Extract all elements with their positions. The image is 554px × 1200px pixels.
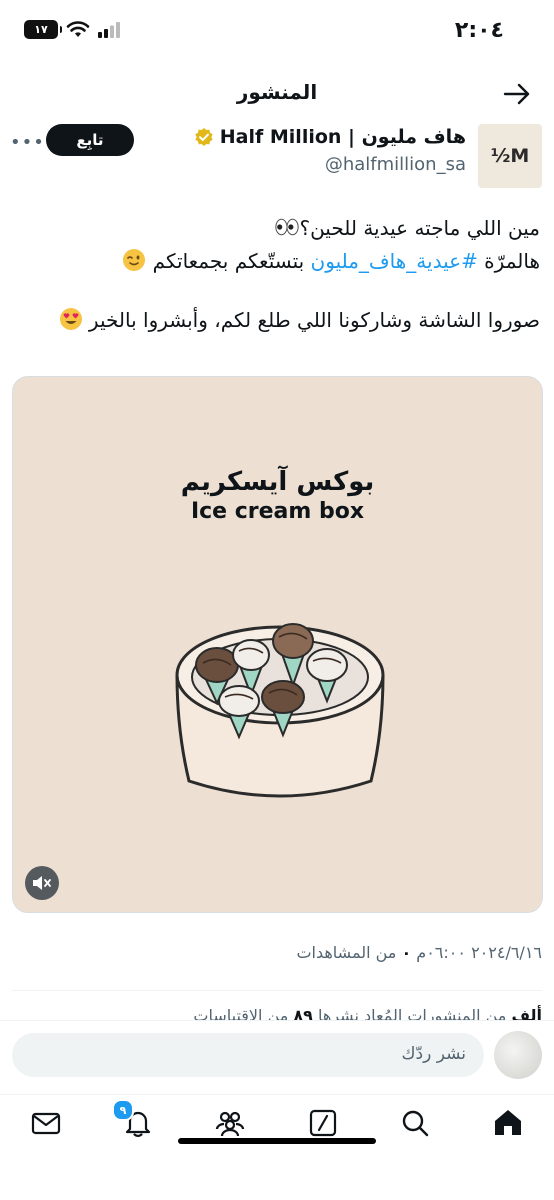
eyes-emoji-icon (275, 218, 300, 236)
views-count: ٠ (401, 943, 412, 962)
more-options-icon[interactable]: ••• (10, 132, 45, 153)
status-bar: ٢:٠٤ ١٧ (0, 0, 554, 62)
status-icons: ١٧ (24, 20, 120, 39)
speaker-muted-icon (33, 876, 51, 890)
media-title-english: Ice cream box (190, 499, 365, 524)
post-line-2: هالمرّة #عيدية_هاف_مليون بتستّعكم بجمعات… (12, 245, 540, 278)
home-tab-icon[interactable] (492, 1107, 524, 1139)
communities-tab-icon[interactable] (214, 1107, 246, 1139)
author-name-text: هاف مليون | Half Million (219, 126, 466, 148)
post-spacer (12, 278, 540, 304)
reply-input[interactable]: نشر ردّك (12, 1033, 484, 1077)
author-name[interactable]: هاف مليون | Half Million (194, 126, 466, 148)
quotes-count: ٨٩ (293, 1006, 313, 1020)
media-title-arabic: بوكس آيسكريم (180, 467, 375, 497)
hashtag-link[interactable]: #عيدية_هاف_مليون (311, 249, 478, 273)
divider (12, 990, 542, 991)
grok-tab-icon[interactable] (307, 1107, 339, 1139)
post-text: مين اللي ماجته عيدية للحين؟ هالمرّة #عيد… (12, 212, 540, 337)
user-avatar[interactable] (494, 1031, 542, 1079)
heart-eyes-emoji-icon (59, 308, 82, 330)
post-stats[interactable]: ألف من المنشورات المُعاد نشرها ٨٩ من الا… (193, 1002, 542, 1020)
back-arrow-icon[interactable] (502, 80, 532, 108)
post-datetime: ٢٠٢٤/٦/١٦ ٠٦:٠٠م (411, 943, 542, 962)
notifications-tab[interactable]: ٩ (112, 1099, 154, 1139)
views-label: من المشاهدات (296, 943, 402, 962)
battery-icon: ١٧ (24, 20, 62, 39)
reposts-count: ألف (511, 1006, 542, 1020)
post-line-3: صوروا الشاشة وشاركونا اللي طلع لكم، وأبش… (12, 304, 540, 337)
messages-tab-icon[interactable] (30, 1107, 62, 1139)
author-row: ½M هاف مليون | Half Million @halfmillion… (0, 114, 554, 188)
home-indicator (178, 1138, 376, 1144)
notifications-badge: ٩ (112, 1099, 134, 1121)
signal-icon (98, 21, 120, 38)
reposts-label: من المنشورات المُعاد نشرها (312, 1006, 512, 1020)
wifi-icon (66, 20, 90, 37)
post-header: المنشور (0, 72, 554, 116)
follow-button[interactable]: تابِع (46, 124, 134, 156)
quotes-label: من الاقتباسات (193, 1006, 294, 1020)
post-line-1: مين اللي ماجته عيدية للحين؟ (12, 212, 540, 245)
reply-bar: نشر ردّك (0, 1020, 554, 1088)
verified-badge-icon (195, 128, 213, 146)
page-title: المنشور (236, 80, 318, 104)
post-meta: ٢٠٢٤/٦/١٦ ٠٦:٠٠م ٠ من المشاهدات (296, 943, 542, 962)
bottom-tab-bar: ٩ (0, 1094, 554, 1154)
status-time: ٢:٠٤ (454, 18, 504, 43)
author-handle: @halfmillion_sa (324, 154, 466, 175)
mute-toggle-button[interactable] (25, 866, 59, 900)
post-media[interactable]: بوكس آيسكريم Ice cream box (12, 376, 543, 913)
author-avatar[interactable]: ½M (478, 124, 542, 188)
ice-cream-box-illustration (175, 623, 385, 798)
wink-emoji-icon (123, 249, 146, 271)
search-tab-icon[interactable] (399, 1107, 431, 1139)
